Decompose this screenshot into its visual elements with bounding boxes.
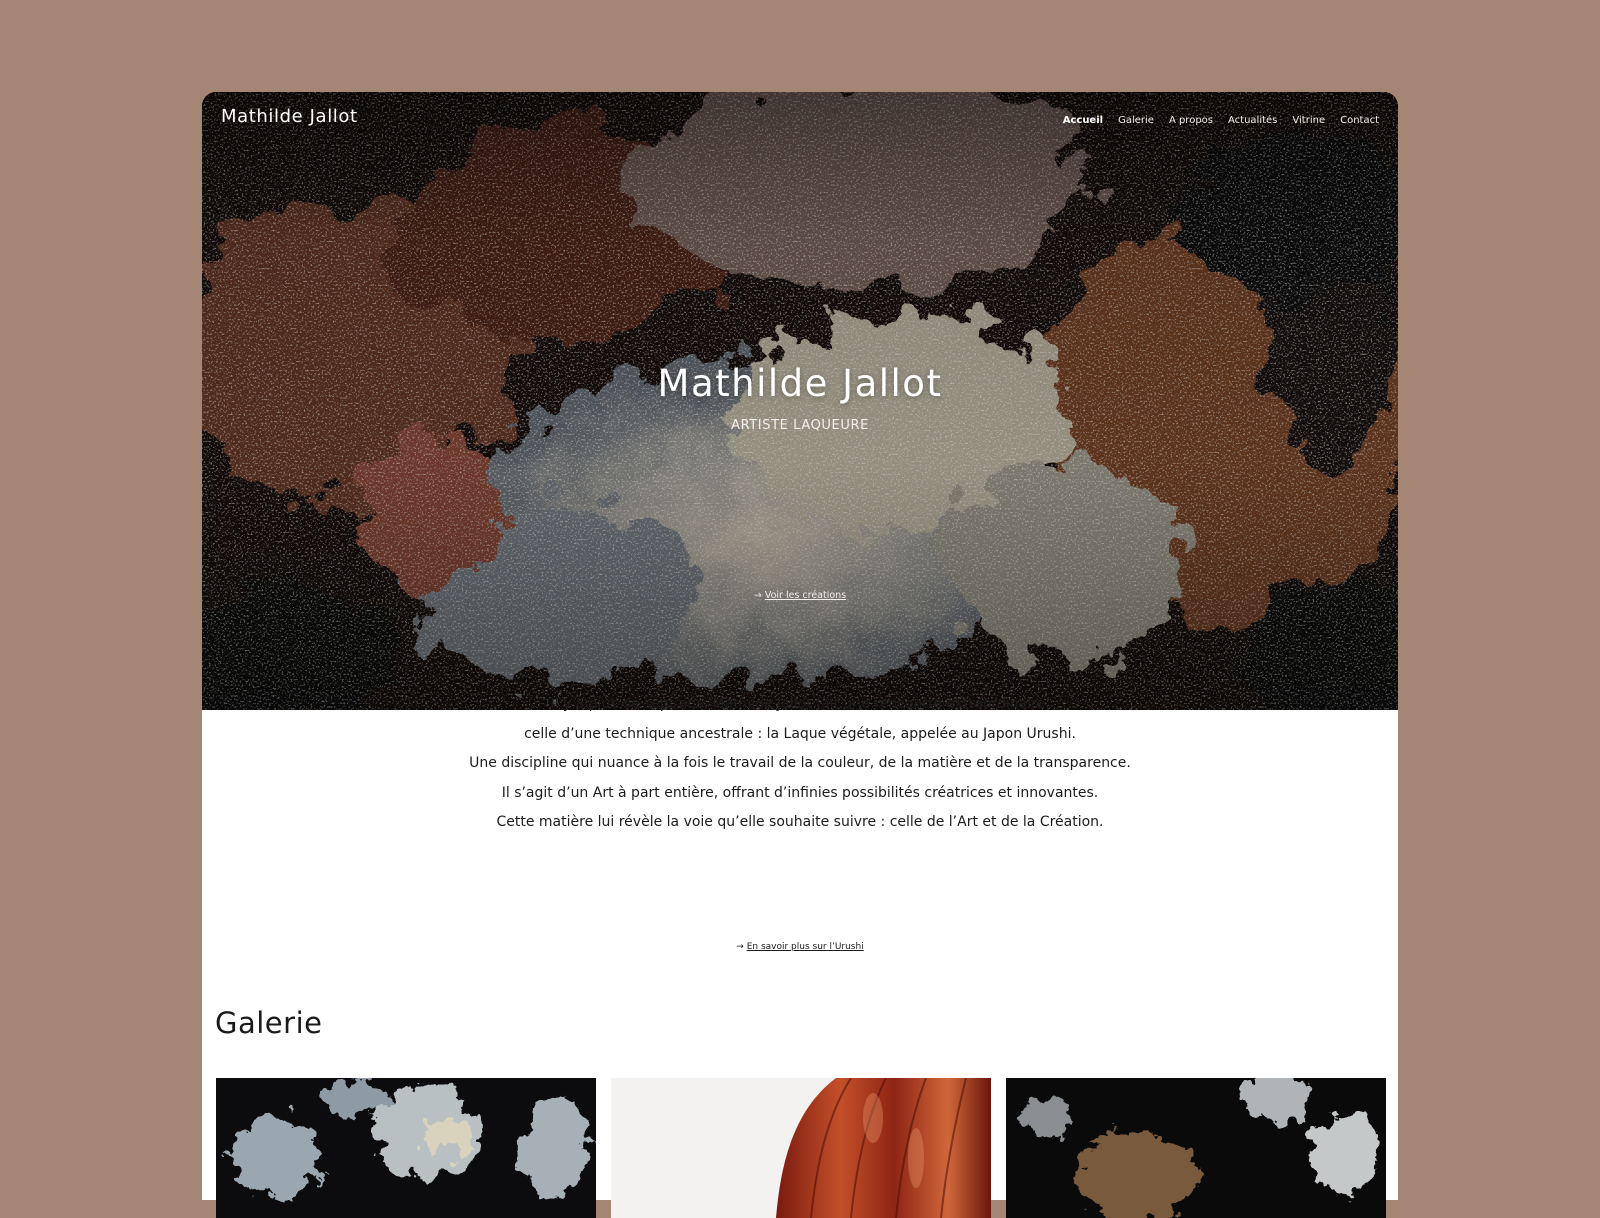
intro-line: Il y a plus de sept ans, Mathilde Jallot… (550, 696, 1050, 712)
intro-line: celle d’une technique ancestrale : la La… (524, 725, 1076, 742)
gallery-heading: Galerie (215, 1006, 323, 1040)
intro-line: Il s’agit d’un Art à part entière, offra… (501, 784, 1099, 801)
site-title-link[interactable]: Mathilde Jallot (221, 106, 358, 127)
gallery-thumb[interactable] (216, 1078, 596, 1218)
gallery-thumb[interactable] (611, 1078, 991, 1218)
nav-item-contact: Contact (1340, 110, 1379, 128)
main-navigation: Accueil Galerie A propos Actualités Vitr… (1063, 110, 1379, 128)
nav-link-a-propos[interactable]: A propos (1169, 115, 1213, 126)
hero-subtitle: ARTISTE LAQUEURE (731, 418, 869, 433)
hero-cta: → Voir les créations (202, 590, 1398, 601)
artwork-image (1006, 1078, 1386, 1218)
nav-item-galerie: Galerie (1118, 110, 1154, 128)
intro-line: Une discipline qui nuance à la fois le t… (469, 755, 1131, 771)
nav-item-accueil: Accueil (1063, 110, 1103, 128)
artwork-image (611, 1078, 991, 1218)
nav-link-actualites[interactable]: Actualités (1228, 115, 1277, 126)
nav-item-vitrine: Vitrine (1292, 110, 1325, 128)
en-savoir-plus-link[interactable]: En savoir plus sur l’Urushi (747, 942, 864, 952)
intro-line: Cette matière lui révèle la voie qu’elle… (496, 814, 1104, 830)
nav-link-accueil[interactable]: Accueil (1063, 115, 1103, 126)
nav-link-vitrine[interactable]: Vitrine (1292, 115, 1325, 126)
page-frame: Mathilde Jallot Accueil Galerie A propos… (202, 92, 1398, 1200)
nav-link-contact[interactable]: Contact (1340, 115, 1379, 126)
nav-item-actualites: Actualités (1228, 110, 1277, 128)
gallery-thumb[interactable] (1006, 1078, 1386, 1218)
hero-banner: Mathilde Jallot Accueil Galerie A propos… (202, 92, 1398, 710)
artwork-image (216, 1078, 596, 1218)
arrow-right-icon: → (736, 942, 744, 952)
urushi-cta: → En savoir plus sur l’Urushi (0, 942, 1600, 952)
arrow-right-icon: → (753, 590, 762, 601)
hero-heading: Mathilde Jallot (657, 362, 943, 405)
voir-creations-link[interactable]: Voir les créations (765, 590, 846, 601)
gallery-grid (216, 1078, 1386, 1218)
nav-item-a-propos: A propos (1169, 110, 1213, 128)
nav-link-galerie[interactable]: Galerie (1118, 115, 1154, 126)
intro-text: Il y a plus de sept ans, Mathilde Jallot… (0, 690, 1600, 838)
